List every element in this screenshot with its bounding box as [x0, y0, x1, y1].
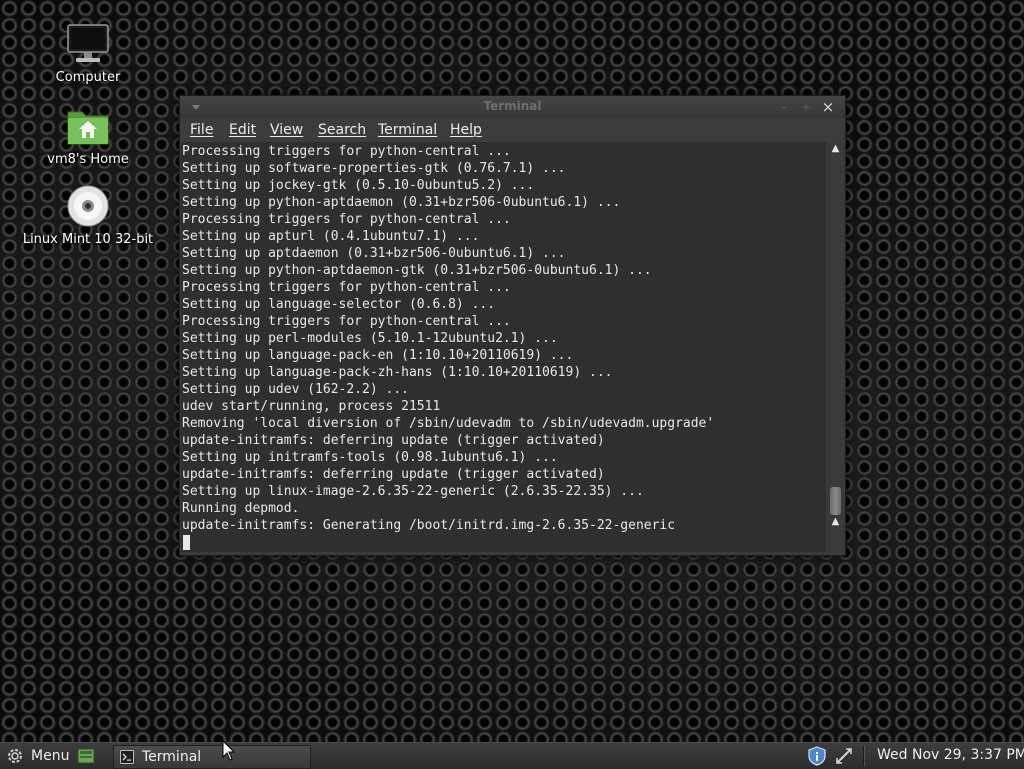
- tray-separator: [863, 746, 865, 766]
- terminal-line: Setting up language-pack-zh-hans (1:10.1…: [182, 365, 613, 380]
- terminal-line: Removing 'local diversion of /sbin/udeva…: [182, 416, 715, 431]
- menu-view[interactable]: View: [270, 122, 303, 138]
- terminal-line: Setting up software-properties-gtk (0.76…: [182, 161, 566, 176]
- terminal-line: Setting up linux-image-2.6.35-22-generic…: [182, 484, 644, 499]
- terminal-line: Setting up aptdaemon (0.31+bzr506-0ubunt…: [182, 246, 566, 261]
- terminal-line: Processing triggers for python-central .…: [182, 212, 511, 227]
- terminal-line: update-initramfs: deferring update (trig…: [182, 467, 605, 482]
- terminal-line: Processing triggers for python-central .…: [182, 280, 511, 295]
- mouse-pointer-icon: [222, 740, 236, 761]
- menu-help[interactable]: Help: [450, 122, 482, 138]
- terminal-line: Setting up language-pack-en (1:10.10+201…: [182, 348, 574, 363]
- show-desktop-icon[interactable]: [77, 747, 95, 765]
- clock[interactable]: Wed Nov 29, 3:37 PM: [877, 747, 1024, 763]
- cd-disc-icon: [67, 185, 109, 227]
- desktop-icon-home[interactable]: vm8's Home: [13, 104, 163, 167]
- terminal-lines: Processing triggers for python-central .…: [181, 142, 826, 550]
- home-folder-icon: [67, 111, 109, 145]
- terminal-line: Setting up jockey-gtk (0.5.10-0ubuntu5.2…: [182, 178, 535, 193]
- terminal-icon: [120, 750, 134, 764]
- menu-label: Menu: [31, 748, 70, 764]
- terminal-line: Setting up apturl (0.4.1ubuntu7.1) ...: [182, 229, 480, 244]
- menu-edit[interactable]: Edit: [229, 122, 256, 138]
- desktop-icon-disc[interactable]: Linux Mint 10 32-bit: [13, 184, 163, 247]
- computer-icon: [67, 24, 109, 62]
- terminal-line: Setting up language-selector (0.6.8) ...: [182, 297, 496, 312]
- terminal-line: Setting up python-aptdaemon (0.31+bzr506…: [182, 195, 621, 210]
- menu-search[interactable]: Search: [318, 122, 366, 138]
- terminal-window[interactable]: Terminal – + × File Edit View Search Ter…: [179, 95, 846, 556]
- terminal-line: Setting up python-aptdaemon-gtk (0.31+bz…: [182, 263, 652, 278]
- desktop: Computer vm8's Home Linux Mint 10 32-bit…: [0, 0, 1024, 742]
- scroll-up-arrow-icon[interactable]: ▲: [827, 142, 844, 156]
- maximize-button[interactable]: +: [798, 99, 814, 115]
- shield-update-icon[interactable]: [806, 746, 828, 766]
- menubar: File Edit View Search Terminal Help: [180, 118, 845, 142]
- close-button[interactable]: ×: [820, 99, 836, 115]
- desktop-icon-label: Computer: [55, 70, 121, 85]
- terminal-line: Setting up perl-modules (5.10.1-12ubuntu…: [182, 331, 558, 346]
- terminal-line: Processing triggers for python-central .…: [182, 144, 511, 159]
- terminal-output[interactable]: Processing triggers for python-central .…: [181, 142, 826, 552]
- network-icon[interactable]: [834, 746, 854, 766]
- desktop-icon-label: vm8's Home: [47, 152, 129, 167]
- taskbar: Menu Terminal Wed Nov 29, 3:37 PM: [0, 742, 1024, 769]
- scrollbar-thumb[interactable]: [830, 487, 841, 515]
- terminal-line: Processing triggers for python-central .…: [182, 314, 511, 329]
- terminal-cursor: [183, 535, 190, 550]
- terminal-line: Setting up udev (162-2.2) ...: [182, 382, 409, 397]
- terminal-scrollbar[interactable]: ▲ ▲: [827, 142, 844, 552]
- start-menu-button[interactable]: Menu: [6, 746, 69, 766]
- terminal-line: udev start/running, process 21511: [182, 399, 441, 414]
- gear-icon: [8, 749, 22, 763]
- window-titlebar[interactable]: Terminal – + ×: [180, 96, 845, 118]
- terminal-line: update-initramfs: deferring update (trig…: [182, 433, 605, 448]
- menu-file[interactable]: File: [190, 122, 213, 138]
- window-title: Terminal: [483, 99, 542, 113]
- desktop-icon-computer[interactable]: Computer: [13, 22, 163, 85]
- taskbar-item-terminal[interactable]: Terminal: [113, 745, 311, 769]
- scroll-down-arrow-icon[interactable]: ▲: [827, 515, 844, 529]
- desktop-icon-label: Linux Mint 10 32-bit: [22, 232, 154, 247]
- terminal-line: update-initramfs: Generating /boot/initr…: [182, 518, 676, 533]
- taskbar-item-label: Terminal: [142, 749, 202, 765]
- minimize-button[interactable]: –: [776, 99, 792, 115]
- terminal-line: Running depmod.: [182, 501, 300, 516]
- terminal-line: Setting up initramfs-tools (0.98.1ubuntu…: [182, 450, 558, 465]
- menu-terminal[interactable]: Terminal: [378, 122, 437, 138]
